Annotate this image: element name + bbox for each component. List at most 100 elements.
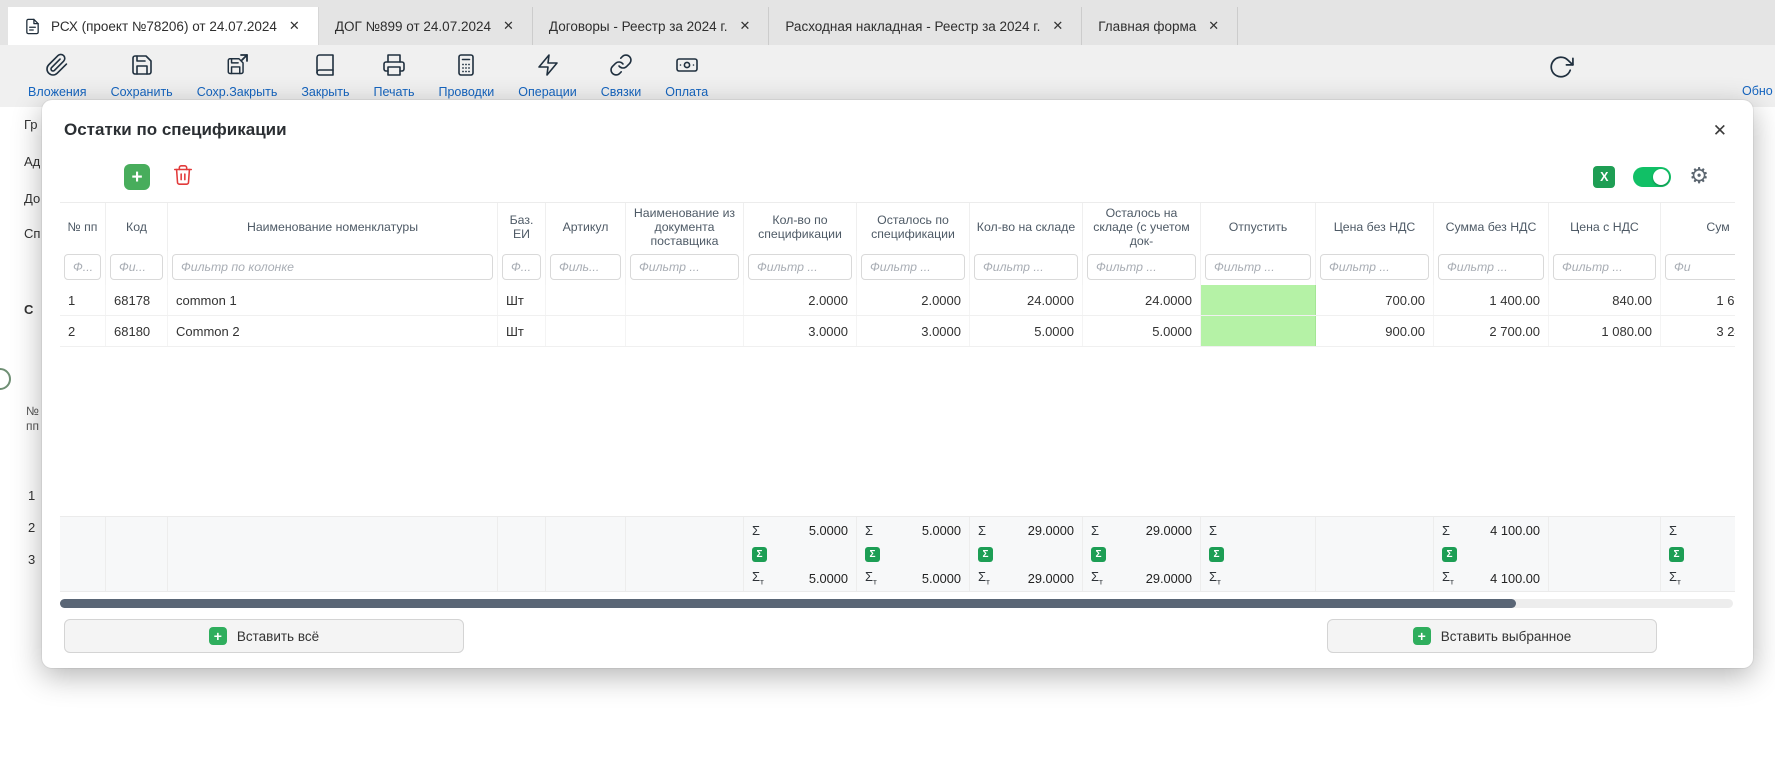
column-header-0[interactable]: № пп [60,203,106,251]
sum-badge-button[interactable]: Σ [1442,547,1457,562]
toolbar-button-save-close[interactable]: Сохр.Закрыть [185,53,290,99]
filter-input-2[interactable] [172,254,493,280]
footer-sum-value: 4 100.00 [1490,523,1540,538]
delete-row-button[interactable] [172,164,194,191]
document-icon [24,18,41,35]
filter-cell-0 [60,251,106,285]
filter-input-6[interactable] [748,254,852,280]
insert-selected-button[interactable]: + Вставить выбранное [1327,619,1657,653]
toolbar-button-operations[interactable]: Операции [506,53,588,99]
tab-label: ДОГ №899 от 24.07.2024 [335,19,491,34]
toolbar-button-print[interactable]: Печать [362,53,427,99]
filter-input-0[interactable] [64,254,101,280]
plus-icon: + [209,627,227,645]
column-header-4[interactable]: Артикул [546,203,626,251]
filter-input-5[interactable] [630,254,739,280]
footer-cell: Σ4 100.00 [1434,517,1549,543]
tab-close-icon[interactable]: ✕ [501,16,516,36]
sum-symbol: Σ [1091,523,1099,538]
tab-rsx-project[interactable]: РСХ (проект №78206) от 24.07.2024 ✕ [8,7,319,45]
footer-cell: Σ [970,543,1083,565]
sum-badge-button[interactable]: Σ [1669,547,1684,562]
column-header-12[interactable]: Сумма без НДС [1434,203,1549,251]
add-row-button[interactable]: + [124,164,150,190]
table-row-2[interactable]: 268180Common 2Шт3.00003.00005.00005.0000… [60,316,1735,347]
close-book-icon [313,53,337,82]
filtered-sum-symbol: Σт [978,569,990,587]
sum-badge-button[interactable]: Σ [865,547,880,562]
tab-dog-contract[interactable]: ДОГ №899 от 24.07.2024 ✕ [319,7,533,45]
column-header-11[interactable]: Цена без НДС [1316,203,1434,251]
footer-cell: Σт4 100.00 [1434,565,1549,591]
filter-input-14[interactable] [1665,254,1735,280]
form-field-label: До [24,191,40,206]
toolbar-button-attachments[interactable]: Вложения [16,53,99,99]
column-header-9[interactable]: Осталось на складе (с учетом док- [1083,203,1201,251]
footer-sum-value: 29.0000 [1146,571,1192,586]
column-header-3[interactable]: Баз. ЕИ [498,203,546,251]
filter-input-9[interactable] [1087,254,1196,280]
tab-close-icon[interactable]: ✕ [737,16,752,36]
sum-badge-button[interactable]: Σ [1091,547,1106,562]
filter-input-1[interactable] [110,254,163,280]
filter-input-11[interactable] [1320,254,1429,280]
tab-contracts-registry[interactable]: Договоры - Реестр за 2024 г. ✕ [533,7,769,45]
refresh-icon[interactable] [1548,54,1574,85]
filter-input-8[interactable] [974,254,1078,280]
horizontal-scrollbar[interactable] [60,599,1733,608]
filtered-sum-symbol: Σт [865,569,877,587]
filter-input-7[interactable] [861,254,965,280]
cell: 1 080.00 [1549,316,1661,346]
gear-icon[interactable]: ⚙ [1689,166,1709,188]
column-header-5[interactable]: Наименование из документа поставщика [626,203,744,251]
filter-cell-13 [1549,251,1661,285]
filter-toggle[interactable] [1633,167,1671,187]
table-row-1[interactable]: 168178common 1Шт2.00002.000024.000024.00… [60,285,1735,316]
filter-input-4[interactable] [550,254,621,280]
tab-main-form[interactable]: Главная форма ✕ [1082,7,1238,45]
toolbar-button-links[interactable]: Связки [589,53,653,99]
column-header-8[interactable]: Кол-во на складе [970,203,1083,251]
tab-close-icon[interactable]: ✕ [287,16,302,36]
tab-invoice-registry[interactable]: Расходная накладная - Реестр за 2024 г. … [769,7,1082,45]
cell: common 1 [168,285,498,315]
footer-cell [60,543,106,565]
toolbar-button-transactions[interactable]: Проводки [426,53,506,99]
toolbar-button-save[interactable]: Сохранить [99,53,185,99]
sum-badge-button[interactable]: Σ [752,547,767,562]
column-header-1[interactable]: Код [106,203,168,251]
sum-badge-button[interactable]: Σ [978,547,993,562]
tab-close-icon[interactable]: ✕ [1050,16,1065,36]
app-window: Гр Ад До Сп С № пп 1 2 3 РСХ (проект №78… [0,0,1775,757]
cell: Шт [498,316,546,346]
column-header-13[interactable]: Цена с НДС [1549,203,1661,251]
scrollbar-thumb[interactable] [60,599,1516,608]
footer-cell [498,565,546,591]
insert-all-button[interactable]: + Вставить всё [64,619,464,653]
toolbar-button-payment[interactable]: Оплата [653,53,720,99]
column-header-6[interactable]: Кол-во по спецификации [744,203,857,251]
column-header-10[interactable]: Отпустить [1201,203,1316,251]
cell: 2.0000 [744,285,857,315]
filter-input-13[interactable] [1553,254,1656,280]
toolbar-label: Операции [518,85,576,99]
save-close-icon [225,53,249,82]
toolbar-button-close[interactable]: Закрыть [289,53,361,99]
filter-input-12[interactable] [1438,254,1544,280]
column-header-2[interactable]: Наименование номенклатуры [168,203,498,251]
excel-export-button[interactable]: X [1593,166,1615,188]
column-header-7[interactable]: Осталось по спецификации [857,203,970,251]
dispense-cell[interactable] [1201,285,1316,315]
footer-cell [1549,565,1661,591]
dispense-cell[interactable] [1201,316,1316,346]
toolbar-label: Вложения [28,85,87,99]
tab-close-icon[interactable]: ✕ [1206,16,1221,36]
footer-cell: Σ [1201,517,1316,543]
main-toolbar: Вложения Сохранить Сохр.Закрыть Закрыть … [0,45,1775,107]
table-header-row: № ппКодНаименование номенклатурыБаз. ЕИА… [60,203,1735,251]
dialog-close-icon[interactable]: ✕ [1709,120,1731,141]
sum-badge-button[interactable]: Σ [1209,547,1224,562]
column-header-14[interactable]: Сум [1661,203,1735,251]
filter-input-3[interactable] [502,254,541,280]
filter-input-10[interactable] [1205,254,1311,280]
